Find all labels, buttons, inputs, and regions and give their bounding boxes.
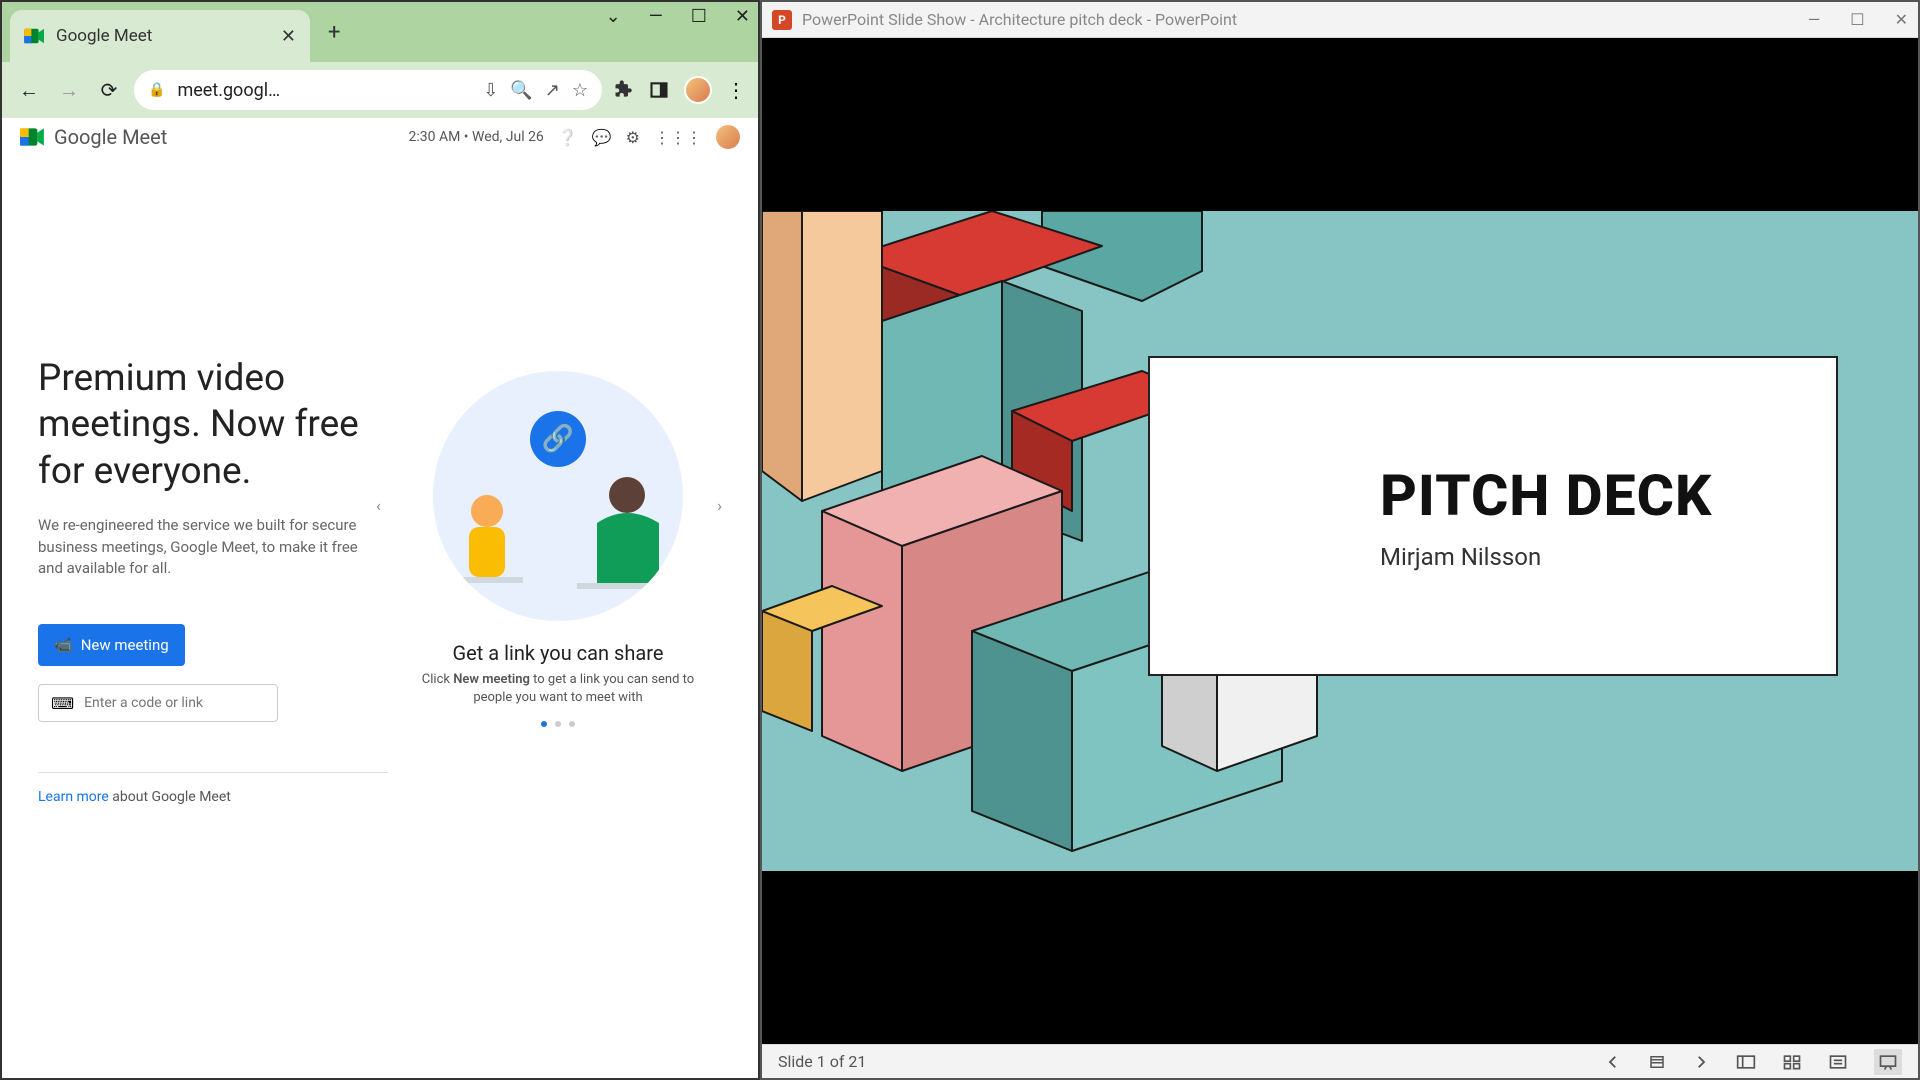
carousel-illustration: 🔗 <box>433 371 683 621</box>
tab-search-icon[interactable]: ⌄ <box>606 6 621 27</box>
meet-subtext: We re-engineered the service we built fo… <box>38 515 358 580</box>
new-meeting-label: New meeting <box>81 636 169 654</box>
meet-avatar[interactable] <box>716 125 740 149</box>
minimize-icon[interactable]: — <box>1808 10 1821 29</box>
all-slides-icon[interactable] <box>1648 1053 1666 1071</box>
divider <box>38 772 388 773</box>
chrome-window-controls: ⌄ — ☐ ✕ <box>606 6 750 27</box>
carousel-next-icon[interactable]: › <box>717 496 722 515</box>
normal-view-icon[interactable] <box>1736 1053 1756 1071</box>
prev-slide-icon[interactable] <box>1604 1053 1622 1071</box>
carousel-dot[interactable] <box>555 721 561 727</box>
slide-author: Mirjam Nilsson <box>1380 543 1836 571</box>
ppt-statusbar: Slide 1 of 21 <box>762 1044 1918 1078</box>
tab-title: Google Meet <box>56 26 281 46</box>
maximize-icon[interactable]: ☐ <box>1850 10 1864 29</box>
meet-logo-icon <box>20 126 46 148</box>
lock-icon: 🔒 <box>148 82 165 98</box>
meet-header: Google Meet 2:30 AM • Wed, Jul 26 ❔ 💬 ⚙ … <box>2 118 758 156</box>
help-icon[interactable]: ❔ <box>558 128 578 147</box>
extensions-icon[interactable] <box>612 79 634 101</box>
slide-sorter-icon[interactable] <box>1782 1053 1802 1071</box>
apps-icon[interactable]: ⋮⋮⋮ <box>654 128 702 147</box>
meet-body: Premium video meetings. Now free for eve… <box>2 156 758 1078</box>
ppt-window-controls: — ☐ ✕ <box>1808 10 1908 29</box>
bookmark-icon[interactable]: ☆ <box>572 80 588 101</box>
tab-close-icon[interactable]: ✕ <box>281 26 296 47</box>
code-input-field[interactable] <box>84 695 265 711</box>
meet-logo-text: Google Meet <box>54 125 167 149</box>
minimize-icon[interactable]: — <box>649 6 663 27</box>
sidepanel-icon[interactable] <box>648 79 670 101</box>
new-meeting-button[interactable]: 📹 New meeting <box>38 624 185 666</box>
ppt-title-text: PowerPoint Slide Show - Architecture pit… <box>802 10 1237 29</box>
carousel-dot[interactable] <box>569 721 575 727</box>
meet-favicon-icon <box>24 27 46 45</box>
profile-avatar[interactable] <box>684 76 712 104</box>
powerpoint-window: P PowerPoint Slide Show - Architecture p… <box>760 0 1920 1080</box>
new-tab-button[interactable]: + <box>328 20 340 45</box>
zoom-icon[interactable]: 🔍 <box>510 80 532 101</box>
slide-title: PITCH DECK <box>1380 462 1836 529</box>
carousel-title: Get a link you can share <box>453 641 664 665</box>
settings-icon[interactable]: ⚙ <box>626 128 640 147</box>
close-icon[interactable]: ✕ <box>735 6 750 27</box>
carousel-prev-icon[interactable]: ‹ <box>376 496 381 515</box>
ppt-titlebar: P PowerPoint Slide Show - Architecture p… <box>762 2 1918 38</box>
next-slide-icon[interactable] <box>1692 1053 1710 1071</box>
code-input[interactable]: ⌨ <box>38 684 278 722</box>
download-icon[interactable]: ⇩ <box>483 80 498 101</box>
carousel-dot[interactable] <box>541 721 547 727</box>
back-button[interactable]: ← <box>14 78 44 103</box>
slide-counter: Slide 1 of 21 <box>778 1052 866 1071</box>
reading-view-icon[interactable] <box>1828 1053 1848 1071</box>
url-text: meet.googl… <box>177 80 471 101</box>
slide: PITCH DECK Mirjam Nilsson <box>762 211 1918 871</box>
maximize-icon[interactable]: ☐ <box>691 6 707 27</box>
chrome-toolbar: ← → ⟳ 🔒 meet.googl… ⇩ 🔍 ↗ ☆ ⋮ <box>2 62 758 118</box>
slide-title-card: PITCH DECK Mirjam Nilsson <box>1148 356 1838 676</box>
carousel-subtitle: Click New meeting to get a link you can … <box>418 671 698 707</box>
learn-more-text: Learn more about Google Meet <box>38 789 388 805</box>
meet-datetime: 2:30 AM • Wed, Jul 26 <box>409 129 544 145</box>
carousel-dots <box>541 721 575 727</box>
slide-area[interactable]: PITCH DECK Mirjam Nilsson <box>762 38 1918 1044</box>
chrome-titlebar: Google Meet ✕ + ⌄ — ☐ ✕ <box>2 2 758 62</box>
chrome-window: Google Meet ✕ + ⌄ — ☐ ✕ ← → ⟳ 🔒 meet.goo… <box>0 0 760 1080</box>
illustration-person-left <box>451 491 523 601</box>
feedback-icon[interactable]: 💬 <box>592 128 612 147</box>
powerpoint-icon: P <box>772 10 792 30</box>
learn-more-link[interactable]: Learn more <box>38 789 109 805</box>
keyboard-icon: ⌨ <box>51 694 74 713</box>
close-icon[interactable]: ✕ <box>1895 10 1908 29</box>
slideshow-view-icon[interactable] <box>1874 1049 1902 1075</box>
link-icon: 🔗 <box>530 411 586 467</box>
reload-button[interactable]: ⟳ <box>94 78 124 102</box>
chrome-menu-icon[interactable]: ⋮ <box>726 78 746 102</box>
share-icon[interactable]: ↗ <box>545 80 560 101</box>
video-icon: 📹 <box>54 636 73 654</box>
toolbar-right: ⋮ <box>612 76 746 104</box>
meet-headline: Premium video meetings. Now free for eve… <box>38 356 388 495</box>
forward-button[interactable]: → <box>54 78 84 103</box>
browser-tab[interactable]: Google Meet ✕ <box>10 10 310 62</box>
address-bar[interactable]: 🔒 meet.googl… ⇩ 🔍 ↗ ☆ <box>134 70 602 110</box>
illustration-person-right <box>577 473 669 603</box>
meet-logo[interactable]: Google Meet <box>20 125 167 149</box>
